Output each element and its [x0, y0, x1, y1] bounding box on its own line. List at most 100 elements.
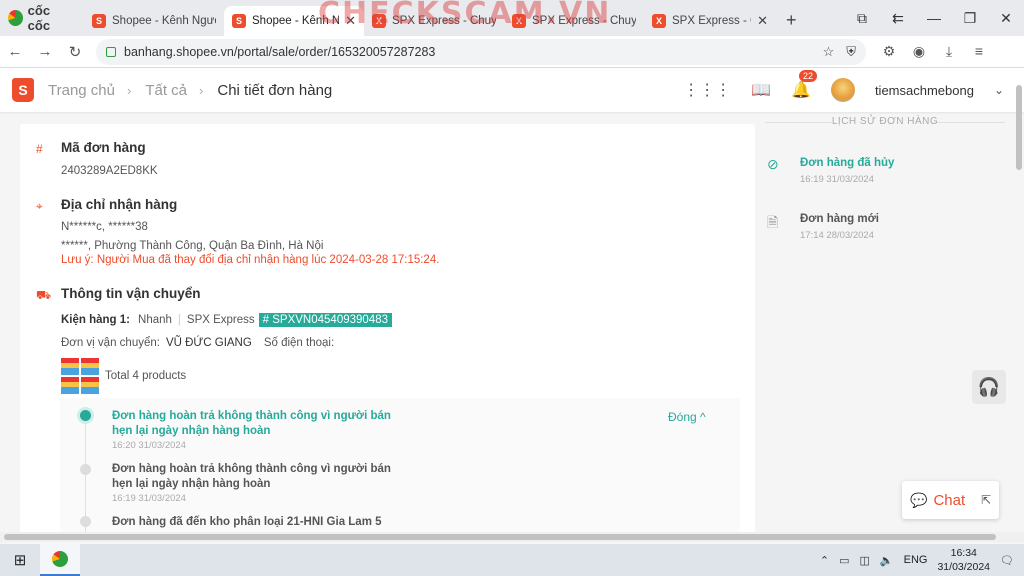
taskbar-coccoc-app[interactable]	[40, 544, 80, 576]
shopee-logo-icon[interactable]: S	[12, 78, 34, 102]
history-item-title: Đơn hàng đã hủy	[800, 157, 895, 169]
order-number-icon: #	[36, 142, 43, 156]
apps-grid-icon[interactable]: ⋮⋮⋮	[683, 80, 731, 100]
order-detail-card: # Mã đơn hàng 2403289A2ED8KK ⌖ Địa chỉ n…	[20, 124, 755, 534]
collapse-button[interactable]: Đóng ^	[668, 410, 706, 424]
coccoc-logo-icon	[8, 10, 23, 26]
tab-title: SPX Express - Chuyển phát	[672, 15, 751, 27]
shipping-speed: Nhanh	[138, 314, 172, 326]
product-thumbnail	[61, 377, 79, 394]
shop-name[interactable]: tiemsachmebong	[875, 83, 974, 98]
tab-title: Shopee - Kênh Người Bán	[252, 15, 340, 27]
windows-start-icon[interactable]: ⊞	[0, 551, 40, 569]
restore-button[interactable]: ❐	[952, 10, 988, 27]
support-headset-button[interactable]: 🎧	[972, 370, 1006, 404]
recipient-text: N******c, ******38	[61, 221, 148, 233]
forward-icon[interactable]: →	[30, 43, 60, 60]
screenshot-icon[interactable]: ⧉	[844, 10, 880, 27]
shipping-title: Thông tin vận chuyển	[61, 286, 201, 301]
minimize-button[interactable]: —	[916, 10, 952, 26]
carrier-name: SPX Express	[186, 314, 255, 326]
url-input[interactable]: banhang.shopee.vn/portal/sale/order/1653…	[96, 38, 866, 65]
spx-favicon-icon: X	[372, 14, 386, 28]
phone-label: Số điện thoại:	[263, 337, 335, 349]
browser-tab-5[interactable]: X SPX Express - Chuyển phát ✕	[644, 6, 776, 36]
browser-brand[interactable]: cốc cốc	[0, 0, 84, 36]
notification-badge: 22	[799, 70, 818, 82]
timeline-event-title: Đơn hàng hoàn trả không thành công vì ng…	[112, 410, 391, 437]
timeline-dot	[80, 516, 91, 527]
timeline-dot-active	[80, 410, 91, 421]
toolbar-icons: ⚙ ◉ ⤓ ≡	[874, 43, 994, 60]
history-item-title: Đơn hàng mới	[800, 213, 879, 225]
window-controls: ⧉ ⇇ — ❐ ✕	[844, 0, 1024, 36]
product-thumbnail	[61, 358, 79, 375]
volume-icon[interactable]: 🔈	[880, 554, 894, 567]
clock[interactable]: 16:34 31/03/2024	[937, 546, 990, 574]
truck-icon: ⛟	[36, 288, 52, 302]
document-icon: 🗎	[767, 214, 779, 230]
breadcrumb-home[interactable]: Trang chủ	[48, 82, 115, 99]
bookmark-star-icon[interactable]: ☆	[823, 44, 835, 60]
network-icon[interactable]: ◫	[860, 554, 870, 567]
avatar[interactable]	[830, 78, 855, 102]
vertical-scrollbar[interactable]	[1016, 85, 1022, 170]
book-icon[interactable]: 📖	[751, 80, 771, 100]
location-pin-icon: ⌖	[36, 199, 43, 213]
tab-close-icon[interactable]: ✕	[345, 13, 356, 29]
order-history-panel: LỊCH SỬ ĐƠN HÀNG ⊘ Đơn hàng đã hủy 16:19…	[765, 112, 1010, 532]
browser-tab-4[interactable]: X SPX Express - Chuyển phát	[504, 6, 644, 36]
tracking-number-badge[interactable]: # SPXVN045409390483	[258, 313, 392, 327]
header-actions: ⋮⋮⋮ 📖 🔔 22 tiemsachmebong ⌄	[683, 68, 1004, 112]
browser-tab-3[interactable]: X SPX Express - Chuyển phát	[364, 6, 504, 36]
history-heading: LỊCH SỬ ĐƠN HÀNG	[765, 116, 1005, 127]
history-item-time: 17:14 28/03/2024	[800, 230, 874, 241]
download-icon[interactable]: ⤓	[934, 43, 964, 60]
product-thumbnails	[61, 358, 99, 394]
address-title: Địa chỉ nhận hàng	[61, 197, 178, 212]
expand-icon[interactable]: ⇱	[981, 493, 991, 507]
product-thumbnail	[81, 358, 99, 375]
notification-bell-icon[interactable]: 🔔 22	[791, 70, 818, 100]
products-summary[interactable]: Total 4 products	[61, 358, 186, 394]
tab-title: SPX Express - Chuyển phát	[392, 15, 496, 27]
chat-bubble-icon: 💬	[910, 491, 928, 508]
tab-close-icon[interactable]: ✕	[757, 13, 768, 29]
new-tab-button[interactable]: +	[776, 10, 807, 31]
tray-expand-icon[interactable]: ⌃	[820, 554, 829, 567]
tab-title: Shopee - Kênh Người Bán	[112, 15, 216, 27]
language-indicator[interactable]: ENG	[904, 554, 928, 566]
reload-icon[interactable]: ↻	[60, 43, 90, 61]
spx-favicon-icon: X	[652, 14, 666, 28]
battery-icon[interactable]: ▭	[839, 554, 849, 567]
close-window-button[interactable]: ✕	[988, 10, 1024, 27]
shopee-favicon-icon: S	[232, 14, 246, 28]
back-icon[interactable]: ←	[0, 43, 30, 60]
order-id-value: 2403289A2ED8KK	[61, 165, 158, 177]
extensions-icon[interactable]: ⚙	[874, 43, 904, 60]
shield-icon[interactable]: ⛨	[846, 44, 856, 60]
back-arrow-icon[interactable]: ⇇	[880, 10, 916, 27]
timeline-event-time: 16:19 31/03/2024	[112, 493, 186, 504]
timeline-event-title: Đơn hàng hoàn trả không thành công vì ng…	[112, 463, 391, 490]
browser-tab-2-active[interactable]: S Shopee - Kênh Người Bán ✕	[224, 6, 364, 36]
horizontal-scrollbar-thumb[interactable]	[4, 534, 996, 540]
notification-center-icon[interactable]: 🗨	[1000, 554, 1014, 567]
shipper-name: VŨ ĐỨC GIANG	[165, 337, 252, 349]
menu-icon[interactable]: ≡	[964, 43, 994, 60]
spx-favicon-icon: X	[512, 14, 526, 28]
horizontal-scrollbar[interactable]	[0, 532, 1024, 542]
shopee-header: S Trang chủ › Tất cả › Chi tiết đơn hàng…	[0, 68, 1024, 112]
chevron-down-icon[interactable]: ⌄	[994, 83, 1004, 97]
shipper-label: Đơn vị vận chuyển:	[61, 337, 160, 349]
product-thumbnail	[81, 377, 99, 394]
shipper-line: Đơn vị vận chuyển: VŨ ĐỨC GIANG Số điện …	[61, 337, 334, 349]
profile-icon[interactable]: ◉	[904, 43, 934, 60]
breadcrumb-all[interactable]: Tất cả	[145, 82, 187, 99]
chat-button[interactable]: 💬 Chat ⇱	[902, 481, 999, 519]
browser-brand-label: cốc cốc	[27, 3, 51, 33]
address-bar: ← → ↻ banhang.shopee.vn/portal/sale/orde…	[0, 36, 1024, 68]
breadcrumb-separator-icon: ›	[126, 82, 132, 98]
browser-tab-1[interactable]: S Shopee - Kênh Người Bán	[84, 6, 224, 36]
coccoc-logo-icon	[52, 551, 68, 567]
